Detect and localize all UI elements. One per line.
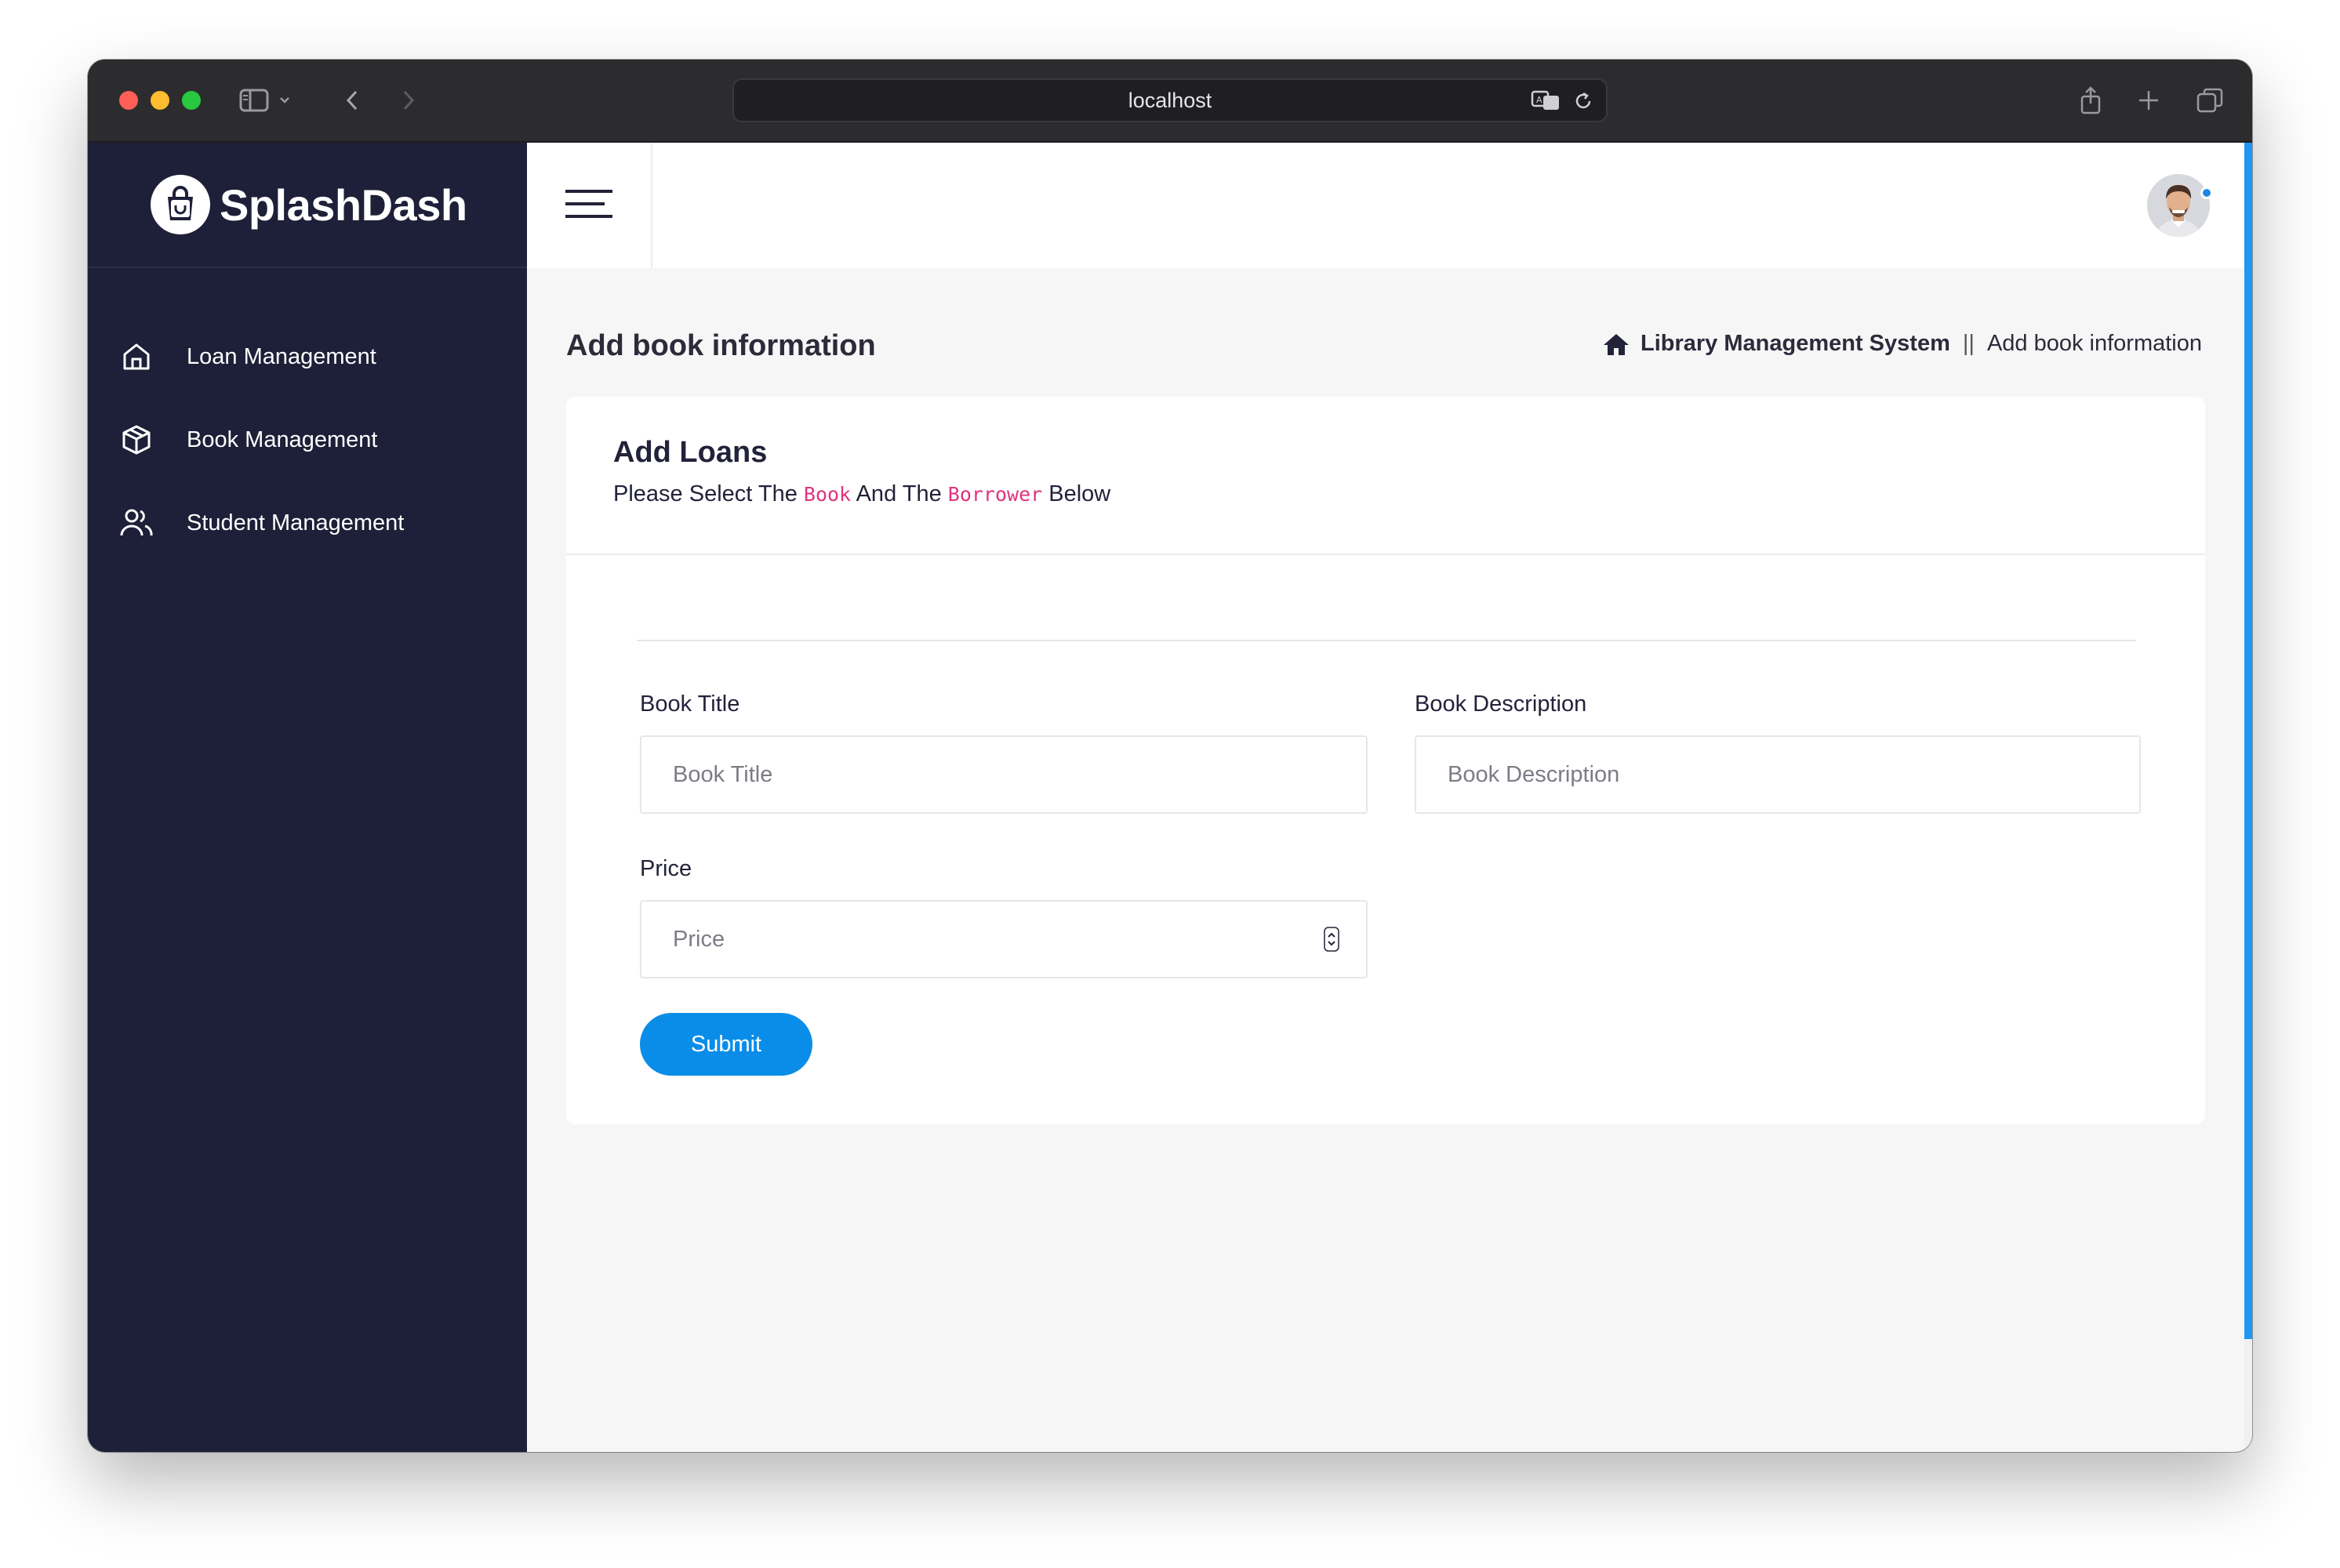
price-field-wrapper bbox=[640, 900, 1368, 978]
main-content: Add book information Library Management … bbox=[527, 268, 2244, 1452]
chevron-down-icon[interactable] bbox=[276, 83, 293, 118]
breadcrumb: Library Management System || Add book in… bbox=[1603, 331, 2202, 357]
menu-toggle-button[interactable] bbox=[527, 143, 652, 268]
shopping-bag-logo-icon bbox=[151, 175, 210, 234]
url-text: localhost bbox=[1128, 88, 1212, 112]
brand-name: SplashDash bbox=[220, 180, 467, 230]
brand[interactable]: SplashDash bbox=[88, 143, 527, 268]
maximize-window-button[interactable] bbox=[182, 91, 201, 110]
sidebar-item-label: Student Management bbox=[187, 510, 405, 535]
book-title-input[interactable] bbox=[640, 735, 1368, 814]
subtitle-text: Please Select The bbox=[613, 481, 798, 506]
sidebar-item-loan-management[interactable]: Loan Management bbox=[88, 315, 527, 398]
svg-text:A: A bbox=[1536, 95, 1542, 105]
share-icon[interactable] bbox=[2077, 83, 2105, 118]
browser-window: localhost A SplashDash Loan Management B… bbox=[88, 60, 2252, 1452]
price-input[interactable] bbox=[640, 900, 1368, 978]
package-icon bbox=[119, 423, 154, 457]
reload-icon[interactable] bbox=[1573, 91, 1593, 117]
online-status-dot bbox=[2200, 187, 2213, 199]
sidebar-item-label: Loan Management bbox=[187, 343, 376, 369]
subtitle-code-book: Book bbox=[803, 483, 852, 506]
avatar bbox=[2147, 174, 2210, 237]
home-icon[interactable] bbox=[1603, 332, 1630, 356]
subtitle-text: And The bbox=[856, 481, 942, 506]
card-header: Add Loans Please Select The Book And The… bbox=[566, 397, 2205, 555]
card-subtitle: Please Select The Book And The Borrower … bbox=[613, 481, 1110, 507]
breadcrumb-separator: || bbox=[1962, 331, 1975, 356]
app-viewport: SplashDash Loan Management Book Manageme… bbox=[88, 143, 2252, 1452]
translate-icon[interactable]: A bbox=[1531, 89, 1561, 117]
sidebar: SplashDash Loan Management Book Manageme… bbox=[88, 143, 527, 1452]
sidebar-toggle-icon[interactable] bbox=[237, 83, 271, 118]
minimize-window-button[interactable] bbox=[151, 91, 169, 110]
address-bar[interactable]: localhost A bbox=[732, 78, 1608, 122]
card-title: Add Loans bbox=[613, 436, 768, 469]
breadcrumb-root-link[interactable]: Library Management System bbox=[1641, 331, 1950, 357]
back-arrow-icon[interactable] bbox=[340, 83, 364, 118]
scrollbar-thumb[interactable] bbox=[2244, 143, 2252, 1339]
topbar bbox=[527, 143, 2244, 268]
subtitle-text: Below bbox=[1048, 481, 1111, 506]
sidebar-nav: Loan Management Book Management Student … bbox=[88, 315, 527, 564]
page-title: Add book information bbox=[566, 329, 876, 362]
user-avatar-button[interactable] bbox=[2147, 174, 2213, 237]
forward-arrow-icon[interactable] bbox=[397, 83, 420, 118]
tab-overview-icon[interactable] bbox=[2194, 83, 2226, 118]
new-tab-icon[interactable] bbox=[2135, 83, 2163, 118]
book-description-input[interactable] bbox=[1415, 735, 2141, 814]
browser-toolbar: localhost A bbox=[88, 60, 2252, 143]
book-title-label: Book Title bbox=[640, 691, 740, 717]
submit-button[interactable]: Submit bbox=[640, 1013, 812, 1076]
number-spinner-icon[interactable] bbox=[1324, 927, 1339, 952]
close-window-button[interactable] bbox=[119, 91, 138, 110]
users-icon bbox=[119, 506, 154, 540]
hamburger-menu-icon bbox=[564, 188, 614, 223]
sidebar-item-label: Book Management bbox=[187, 426, 378, 452]
scrollbar-track[interactable] bbox=[2244, 143, 2252, 1452]
sidebar-item-student-management[interactable]: Student Management bbox=[88, 481, 527, 564]
subtitle-code-borrower: Borrower bbox=[947, 483, 1043, 506]
price-label: Price bbox=[640, 856, 692, 881]
breadcrumb-current: Add book information bbox=[1986, 331, 2202, 356]
book-description-label: Book Description bbox=[1415, 691, 1587, 717]
home-icon bbox=[119, 339, 154, 374]
form-divider bbox=[637, 640, 2136, 641]
add-loans-card: Add Loans Please Select The Book And The… bbox=[566, 397, 2205, 1124]
sidebar-item-book-management[interactable]: Book Management bbox=[88, 398, 527, 481]
